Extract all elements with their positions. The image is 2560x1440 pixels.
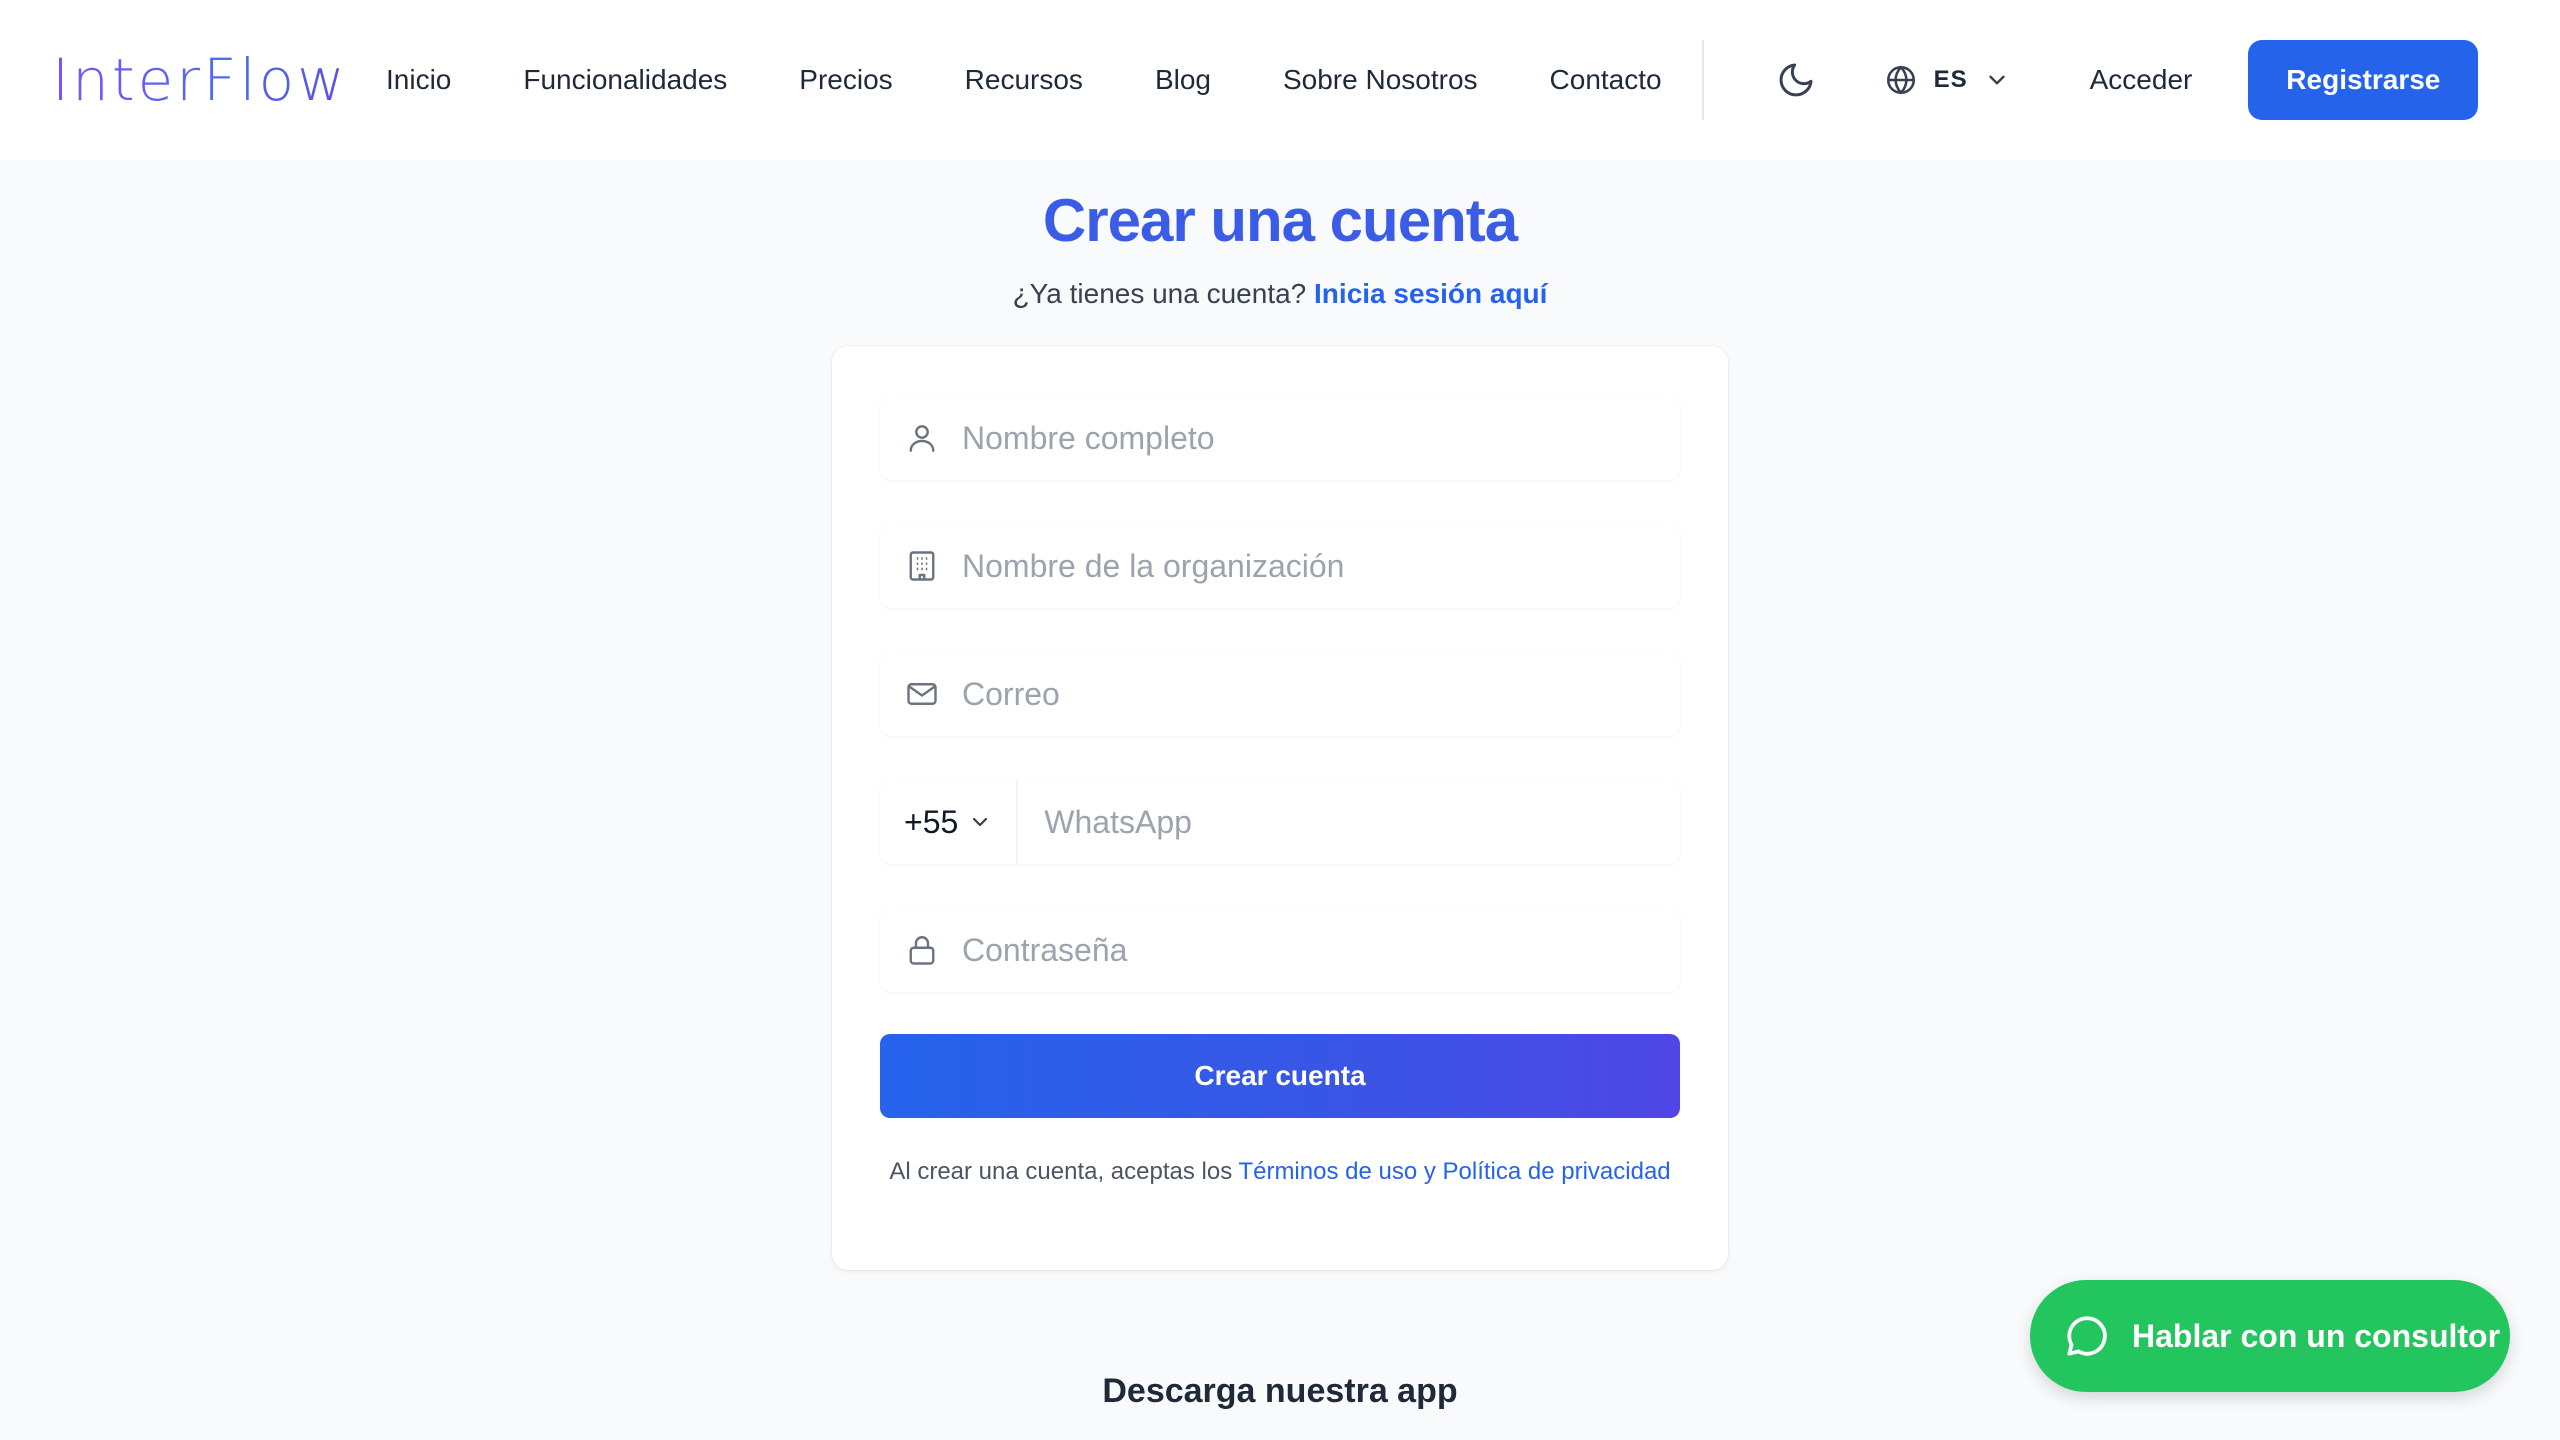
password-input[interactable] (962, 931, 1662, 969)
login-link[interactable]: Acceder (2090, 64, 2193, 96)
login-here-link[interactable]: Inicia sesión aquí (1314, 278, 1547, 309)
email-field[interactable] (880, 652, 1680, 736)
moon-icon (1779, 63, 1813, 97)
building-icon (904, 548, 940, 584)
chevron-down-icon (973, 817, 988, 827)
chat-bubble-icon (2067, 1316, 2107, 1356)
chevron-down-icon (1988, 75, 2005, 85)
nav-blog[interactable]: Blog (1155, 64, 1211, 96)
top-header: InterFlow Inicio Funcionalidades Precios… (0, 0, 2560, 160)
terms-notice: Al crear una cuenta, aceptas los Término… (880, 1156, 1680, 1188)
password-field[interactable] (880, 908, 1680, 992)
email-input[interactable] (962, 675, 1662, 713)
nav-precios[interactable]: Precios (799, 64, 892, 96)
full-name-field[interactable] (880, 396, 1680, 480)
login-prompt-text: ¿Ya tienes una cuenta? (1012, 278, 1307, 309)
logo[interactable]: InterFlow (52, 46, 352, 114)
whatsapp-input[interactable] (1044, 803, 1605, 841)
language-selector[interactable]: ES (1884, 63, 2010, 97)
theme-toggle-button[interactable] (1768, 52, 1824, 108)
country-code-select[interactable]: +55 (904, 780, 1019, 864)
talk-to-consultant-button[interactable]: Hablar con un consultor (2030, 1280, 2510, 1392)
login-prompt: ¿Ya tienes una cuenta? Inicia sesión aqu… (0, 278, 2560, 310)
chat-button-label: Hablar con un consultor (2132, 1317, 2501, 1354)
globe-icon (1886, 65, 1915, 95)
create-account-button[interactable]: Crear cuenta (880, 1034, 1680, 1118)
page-title: Crear una cuenta (1042, 187, 1518, 254)
full-name-input[interactable] (962, 419, 1662, 457)
main-nav: Inicio Funcionalidades Precios Recursos … (386, 64, 1662, 96)
mail-icon (904, 676, 940, 712)
user-icon (904, 420, 940, 456)
nav-contacto[interactable]: Contacto (1550, 64, 1662, 96)
lock-icon (904, 932, 940, 968)
terms-link[interactable]: Términos de uso y Política de privacidad (1238, 1158, 1670, 1185)
whatsapp-field: +55 (880, 780, 1680, 864)
terms-text: Al crear una cuenta, aceptas los (889, 1158, 1233, 1185)
nav-funcionalidades[interactable]: Funcionalidades (523, 64, 727, 96)
organization-input[interactable] (962, 547, 1662, 585)
nav-sobre-nosotros[interactable]: Sobre Nosotros (1283, 64, 1478, 96)
nav-inicio[interactable]: Inicio (386, 64, 451, 96)
organization-field[interactable] (880, 524, 1680, 608)
signup-card: +55 Crear cuenta Al crear una cuenta, ac… (832, 346, 1728, 1270)
header-divider (1701, 40, 1704, 120)
language-label: ES (1933, 66, 1968, 93)
signup-button[interactable]: Registrarse (2248, 40, 2479, 120)
country-code-value: +55 (904, 803, 959, 840)
nav-recursos[interactable]: Recursos (965, 64, 1083, 96)
